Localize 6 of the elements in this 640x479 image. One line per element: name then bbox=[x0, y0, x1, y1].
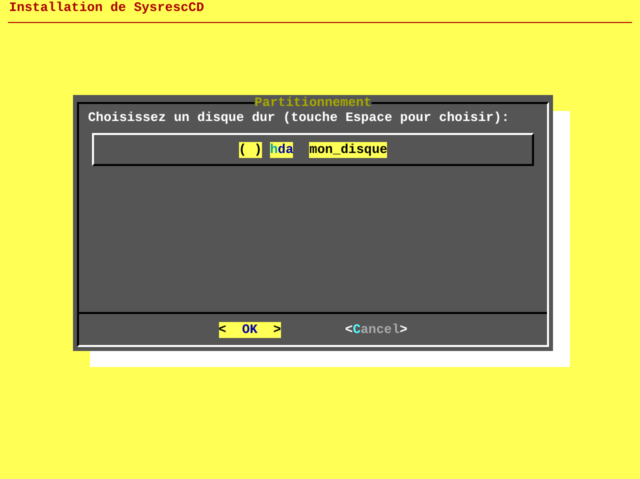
window-title: Installation de SysrescCD bbox=[8, 0, 204, 16]
cancel-button[interactable]: <Cancel> bbox=[345, 322, 408, 338]
radio-button[interactable]: ( ) bbox=[238, 142, 262, 158]
prompt-text: Choisissez un disque dur (touche Espace pour choisir): bbox=[88, 110, 510, 126]
ok-button[interactable]: < OK > bbox=[218, 322, 281, 338]
list-item-description[interactable]: mon_disque bbox=[309, 142, 388, 158]
